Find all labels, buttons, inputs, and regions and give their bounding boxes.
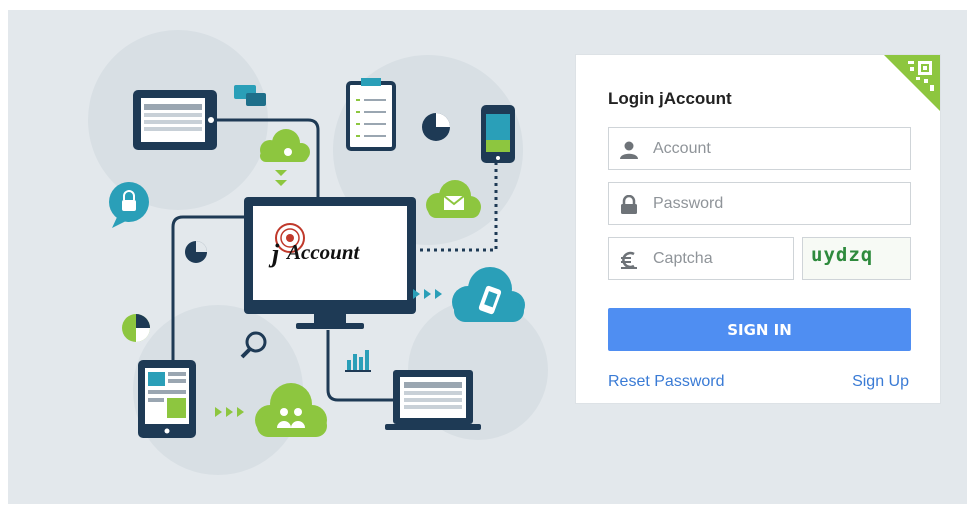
user-icon [620,141,638,159]
sign-up-link[interactable]: Sign Up [852,373,909,391]
arrows-icon [413,289,442,299]
small-pie-icon [185,241,207,263]
password-field[interactable] [608,182,911,225]
bar-chart-icon [345,350,371,372]
page-background: j Account Login jAccount Account Captcha… [8,10,967,504]
pie-segment-icon [122,314,150,342]
logo-text: Account [285,240,361,264]
network-illustration: j Account [88,30,548,475]
account-field[interactable] [608,127,911,170]
clipboard-icon [346,78,396,151]
captcha-image[interactable]: uydzq [802,237,911,280]
login-card: Login jAccount uydzq S [575,54,941,404]
password-input[interactable] [653,183,902,224]
account-input[interactable] [653,128,902,169]
tablet-icon [133,90,217,150]
login-title: Login jAccount [608,89,732,108]
tablet-portrait-icon [138,360,196,438]
euro-icon [621,251,637,269]
cloud-settings-icon [260,129,310,186]
security-lock-icon [109,182,149,228]
qr-code-icon[interactable] [884,55,940,111]
laptop-icon [385,370,481,430]
lock-icon [621,195,637,214]
captcha-input[interactable] [653,238,785,279]
reset-password-link[interactable]: Reset Password [608,373,725,391]
smartphone-icon [481,105,515,163]
mobile-cloud-icon [452,267,525,322]
pie-chart-icon [422,113,450,141]
sign-in-button[interactable]: SIGN IN [608,308,911,351]
captcha-field[interactable] [608,237,794,280]
